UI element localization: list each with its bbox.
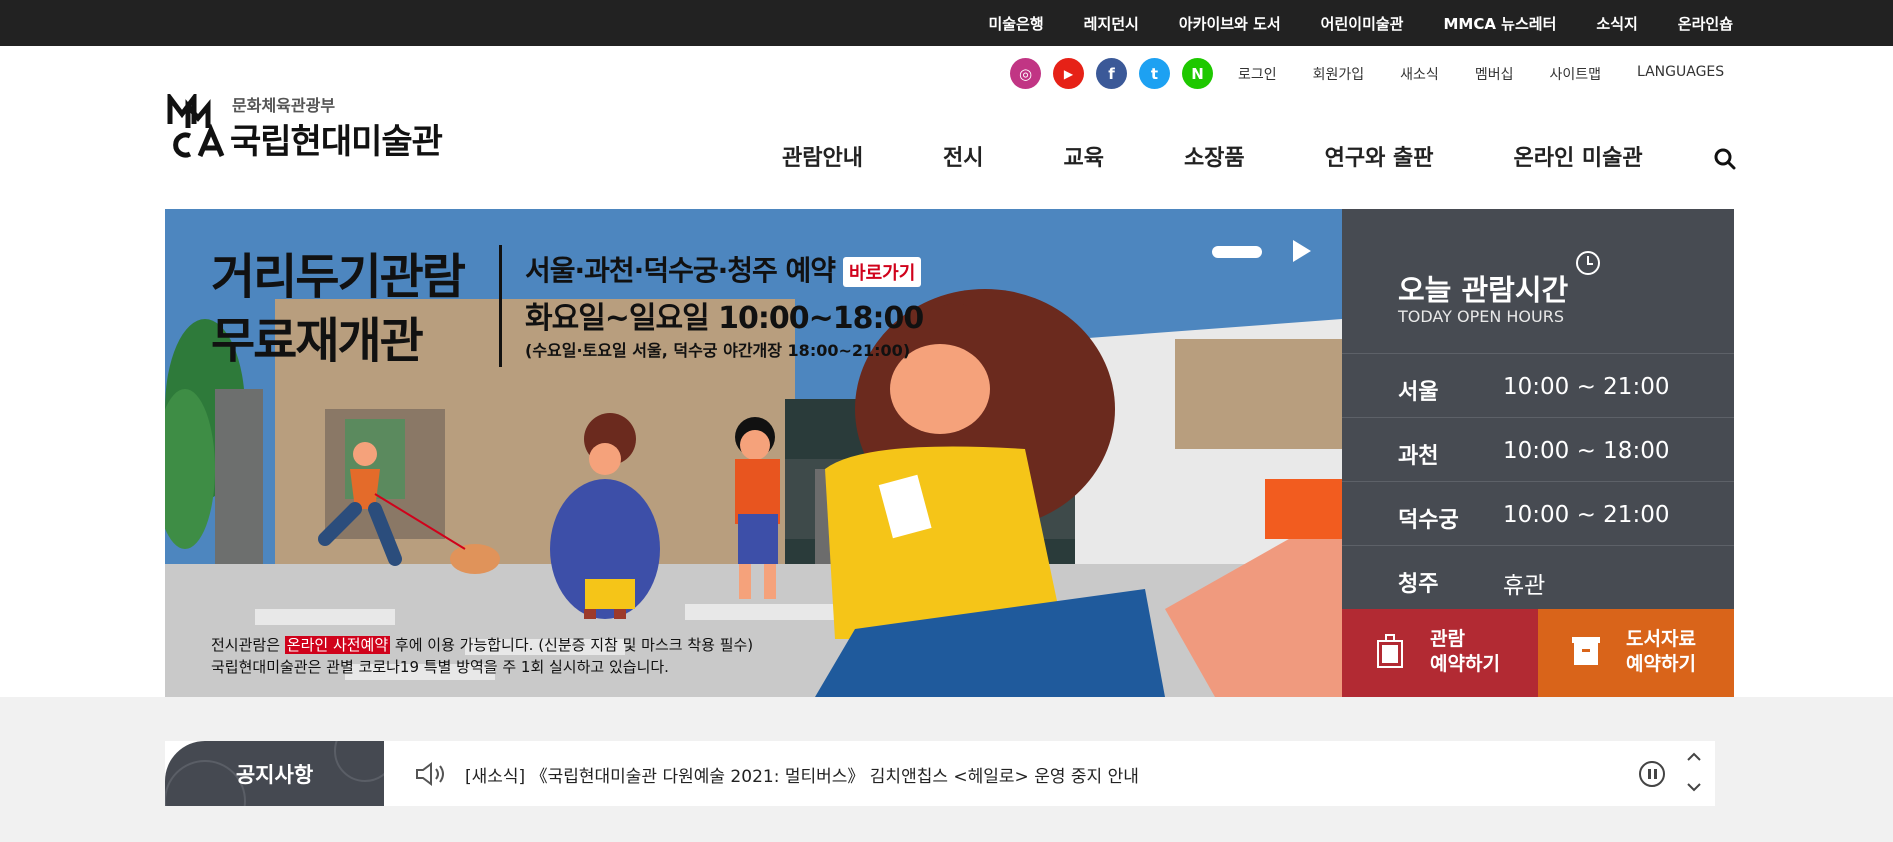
login-link[interactable]: 로그인: [1238, 64, 1277, 84]
topbar-link-kids-museum[interactable]: 어린이미술관: [1321, 13, 1404, 34]
news-link[interactable]: 새소식: [1400, 64, 1439, 84]
nav-item-collection[interactable]: 소장품: [1184, 140, 1245, 172]
hero-banner[interactable]: 거리두기관람 무료재개관 서울·과천·덕수궁·청주 예약 바로가기 화요일~일요일…: [165, 209, 1342, 697]
hero-hours: 화요일~일요일 10:00~18:00: [525, 301, 924, 336]
hours-location: 덕수궁: [1398, 508, 1459, 533]
hours-row: 청주 휴관: [1342, 545, 1734, 609]
hero-notice-pre: 전시관람은: [211, 636, 285, 654]
instagram-icon[interactable]: ◎: [1010, 58, 1041, 89]
hero-notice-highlight: 온라인 사전예약: [284, 636, 391, 654]
hours-time: 10:00 ~ 21:00: [1503, 374, 1670, 400]
hero-notice-line1: 전시관람은 온라인 사전예약 후에 이용 가능합니다. (신분증 지참 및 마스…: [211, 634, 753, 656]
library-booking-line1: 도서자료: [1626, 628, 1696, 650]
topbar-link-shop[interactable]: 온라인숍: [1678, 13, 1733, 34]
visit-booking-label: 관람 예약하기: [1430, 627, 1500, 677]
clock-icon: [1576, 251, 1600, 275]
notice-headline[interactable]: [새소식] 《국립현대미술관 다원예술 2021: 멀티버스》 김치앤칩스 <헤…: [465, 762, 1139, 787]
hours-time: 휴관: [1503, 573, 1546, 599]
topbar-link-residency[interactable]: 레지던시: [1084, 13, 1139, 34]
notice-label: 공지사항: [165, 741, 384, 806]
mmca-logo-mark: [167, 94, 225, 158]
slide-indicator[interactable]: [1212, 246, 1262, 258]
chevron-up-icon[interactable]: [1686, 749, 1702, 765]
hours-subtitle: TODAY OPEN HOURS: [1398, 307, 1564, 326]
languages-link[interactable]: LANGUAGES: [1637, 64, 1724, 84]
nav-item-online-museum[interactable]: 온라인 미술관: [1514, 140, 1643, 172]
hero-reservation-line: 서울·과천·덕수궁·청주 예약 바로가기: [525, 249, 922, 289]
youtube-icon[interactable]: ▶: [1053, 58, 1084, 89]
sitemap-link[interactable]: 사이트맵: [1549, 64, 1601, 84]
facebook-icon[interactable]: f: [1096, 58, 1127, 89]
hero-title: 거리두기관람 무료재개관: [211, 245, 466, 373]
library-booking-line2: 예약하기: [1626, 653, 1696, 675]
hours-location: 청주: [1398, 572, 1439, 597]
header-util-links: 로그인 회원가입 새소식 멤버십 사이트맵 LANGUAGES: [1238, 64, 1724, 84]
hero-title-line2: 무료재개관: [211, 313, 424, 369]
social-links: ◎ ▶ f t N: [1010, 58, 1213, 89]
top-utility-bar: 미술은행 레지던시 아카이브와 도서 어린이미술관 MMCA 뉴스레터 소식지 …: [0, 0, 1893, 46]
site-logo[interactable]: 문화체육관광부 국립현대미술관: [166, 92, 456, 162]
museum-name: 국립현대미술관: [230, 122, 443, 162]
chevron-down-icon[interactable]: [1686, 779, 1702, 795]
hero-night-hours: (수요일·토요일 서울, 덕수궁 야간개장 18:00~21:00): [525, 341, 911, 360]
topbar-link-art-bank[interactable]: 미술은행: [988, 13, 1043, 34]
hours-location: 서울: [1398, 380, 1439, 405]
hours-location: 과천: [1398, 444, 1439, 469]
hours-title: 오늘 관람시간: [1398, 273, 1569, 307]
topbar-link-newsletter[interactable]: MMCA 뉴스레터: [1443, 13, 1556, 34]
main-navigation: 관람안내 전시 교육 소장품 연구와 출판 온라인 미술관: [782, 140, 1643, 172]
hours-time: 10:00 ~ 21:00: [1503, 502, 1670, 528]
search-icon[interactable]: [1714, 148, 1736, 170]
membership-link[interactable]: 멤버십: [1475, 64, 1514, 84]
hero-notice: 전시관람은 온라인 사전예약 후에 이용 가능합니다. (신분증 지참 및 마스…: [211, 634, 753, 678]
hours-row: 서울 10:00 ~ 21:00: [1342, 353, 1734, 417]
pause-icon[interactable]: [1639, 761, 1665, 787]
shortcut-badge[interactable]: 바로가기: [843, 257, 922, 287]
speaker-icon: [416, 762, 444, 786]
notice-bar: 공지사항 [새소식] 《국립현대미술관 다원예술 2021: 멀티버스》 김치앤…: [165, 741, 1715, 806]
hours-time: 10:00 ~ 18:00: [1503, 438, 1670, 464]
archive-box-icon: [1572, 637, 1600, 665]
hero-notice-line2: 국립현대미술관은 관별 코로나19 특별 방역을 주 1회 실시하고 있습니다.: [211, 658, 669, 676]
naver-icon[interactable]: N: [1182, 58, 1213, 89]
visit-booking-button[interactable]: 관람 예약하기: [1342, 609, 1538, 697]
play-icon[interactable]: [1293, 240, 1311, 262]
hero-divider: [499, 245, 502, 367]
nav-item-education[interactable]: 교육: [1063, 140, 1103, 172]
nav-item-exhibitions[interactable]: 전시: [943, 140, 983, 172]
library-booking-label: 도서자료 예약하기: [1626, 627, 1696, 677]
hero-notice-post: 후에 이용 가능합니다. (신분증 지참 및 마스크 착용 필수): [390, 636, 754, 654]
hero-reservation-text: 서울·과천·덕수궁·청주 예약: [525, 254, 836, 287]
library-booking-button[interactable]: 도서자료 예약하기: [1538, 609, 1734, 697]
today-hours-panel: 오늘 관람시간 TODAY OPEN HOURS 서울 10:00 ~ 21:0…: [1342, 209, 1734, 609]
notice-label-text: 공지사항: [235, 762, 314, 787]
hero-title-line1: 거리두기관람: [211, 249, 466, 305]
ministry-label: 문화체육관광부: [232, 96, 336, 115]
nav-item-research[interactable]: 연구와 출판: [1325, 140, 1434, 172]
topbar-link-magazine[interactable]: 소식지: [1596, 13, 1637, 34]
hours-row: 과천 10:00 ~ 18:00: [1342, 417, 1734, 481]
visit-booking-line2: 예약하기: [1430, 653, 1500, 675]
hours-row: 덕수궁 10:00 ~ 21:00: [1342, 481, 1734, 545]
visit-booking-line1: 관람: [1430, 628, 1465, 650]
topbar-link-archive[interactable]: 아카이브와 도서: [1179, 13, 1281, 34]
twitter-icon[interactable]: t: [1139, 58, 1170, 89]
ticket-icon: [1377, 634, 1403, 668]
signup-link[interactable]: 회원가입: [1313, 64, 1365, 84]
nav-item-visit[interactable]: 관람안내: [782, 140, 863, 172]
